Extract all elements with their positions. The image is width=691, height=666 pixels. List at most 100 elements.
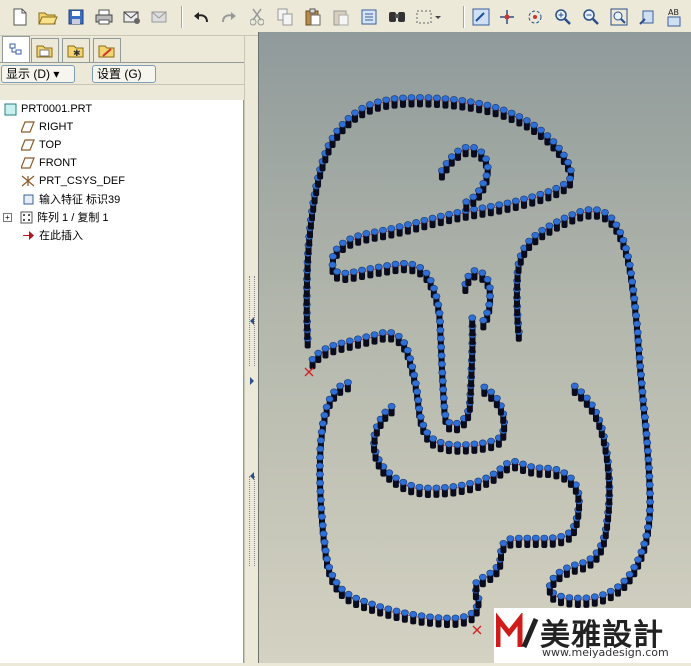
chain-model-view[interactable] [259,32,691,663]
chain-link-top [438,377,447,385]
redo-icon [217,5,241,29]
chain-link-top [511,197,520,205]
brand-logo-icon [496,613,539,648]
tree-item-insert-here[interactable]: 在此插入 [20,226,83,244]
chain-link-top [466,479,474,487]
chain-link-top [552,466,561,473]
csys-icon [20,173,36,189]
navigator-tabs: ✱ [0,36,244,63]
chain-link-top [338,239,347,247]
chain-link-top [478,573,487,581]
show-dropdown[interactable]: 显示 (D) ▾ [1,65,75,83]
chain-link-top [354,335,362,343]
open-icon[interactable] [36,5,60,29]
zoom-in-icon[interactable] [551,5,575,29]
chain-link-top [385,469,394,477]
chain-link-top [636,362,645,370]
undo-icon[interactable] [189,5,213,29]
expand-arrow-icon[interactable] [248,376,256,386]
chain-link-top [612,221,621,229]
chain-link-top [634,337,643,345]
splitter-grip[interactable] [249,476,255,566]
chain-link-top [520,195,528,203]
orient-icon[interactable] [523,5,547,29]
chain-link-top [415,405,424,412]
select-box-icon[interactable] [413,5,443,29]
chain-link-top [384,605,393,613]
chain-link-top [620,577,629,585]
datum-plane-icon [20,137,36,153]
send-mail-disabled-icon [148,5,172,29]
tree-item-label: 阵列 1 / 复制 1 [37,212,109,224]
chain-link-top [568,211,577,218]
chain-link-top [637,548,646,556]
chain-link-top [566,167,575,174]
chain-link-top [487,388,496,396]
chain-link-top [625,571,634,578]
spin-center-icon[interactable] [495,5,519,29]
collapse-arrow-icon[interactable] [248,471,256,481]
chain-link-top [474,477,483,485]
chain-link-top [511,458,519,465]
chain-link-top [632,312,641,319]
refit-icon[interactable] [607,5,631,29]
endpoint-marker-icon [304,367,314,377]
chain-link-top [325,563,334,571]
chain-link-top [435,309,444,317]
tree-item-label: 输入特征 标识39 [39,194,121,206]
navigator-panel: ✱ 显示 (D) ▾ 设置 (G) ▾ PRT0001.PRT RIGHT TO… [0,36,244,663]
chain-link-top [436,318,444,325]
settings-dropdown[interactable]: 设置 (G) ▾ [92,65,156,97]
chain-link-top [420,216,429,224]
tree-item-right[interactable]: RIGHT [20,118,73,136]
collapse-arrow-icon[interactable] [248,316,256,326]
connections-tab[interactable] [93,38,121,62]
regenerate-icon[interactable] [357,5,381,29]
chain-link-top [483,163,492,171]
expand-toggle-icon[interactable]: + [3,212,12,222]
panel-splitter[interactable] [244,36,259,663]
tree-item-pattern[interactable]: + 阵列 1 / 复制 1 [3,208,109,226]
chain-link-top [562,564,571,572]
chain-link-top [557,592,565,600]
zoom-out-icon[interactable] [579,5,603,29]
print-icon[interactable] [92,5,116,29]
tree-item-front[interactable]: FRONT [20,154,77,172]
cut-icon [245,5,269,29]
chain-link-top [531,231,540,239]
tree-item-label: PRT_CSYS_DEF [39,175,125,187]
favorites-tab[interactable]: ✱ [62,38,90,62]
tree-item-csys[interactable]: PRT_CSYS_DEF [20,172,125,190]
chain-path-curve [306,99,572,426]
chain-link-top [646,498,654,506]
chain-link-top [579,559,587,566]
repaint-icon[interactable] [469,5,493,29]
annotation-icon[interactable]: AB [663,5,687,29]
chain-link-top [316,479,325,487]
chain-link-top [629,286,638,294]
chain-link-top [635,346,643,353]
tree-item-import-feature[interactable]: 输入特征 标识39 [20,190,120,208]
chain-link-top [565,594,574,601]
find-icon[interactable] [385,5,409,29]
tree-item-top[interactable]: TOP [20,136,61,154]
chain-link-top [316,496,325,504]
chain-link-top [338,121,347,128]
chain-loop [438,143,492,212]
reorient-icon[interactable] [635,5,659,29]
chain-link-top [645,507,654,514]
chain-link-top [557,532,566,540]
send-mail-icon[interactable] [120,5,144,29]
chain-link-top [555,568,564,576]
paste-icon[interactable] [301,5,325,29]
new-icon[interactable] [8,5,32,29]
chain-link-top [424,94,433,101]
folder-browser-tab[interactable] [31,38,59,62]
chain-link-top [436,335,445,342]
graphics-window[interactable] [258,32,691,663]
chain-link-top [449,483,458,490]
model-tree-tab[interactable] [2,36,30,63]
save-icon[interactable] [64,5,88,29]
chain-link-top [527,463,536,470]
tree-item-part[interactable]: PRT0001.PRT [2,100,92,118]
